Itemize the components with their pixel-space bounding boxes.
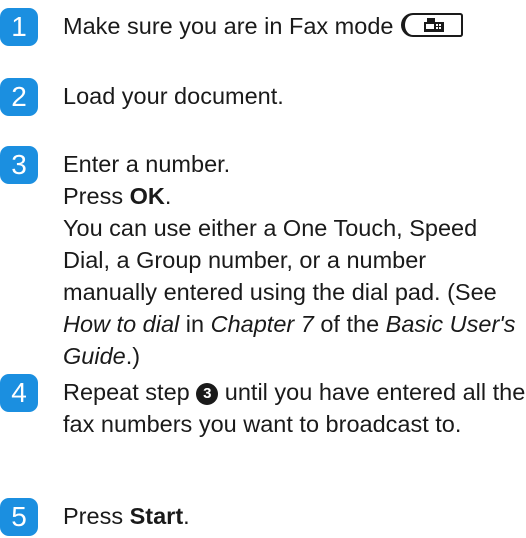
step-text: Make sure you are in Fax mode xyxy=(63,10,526,42)
instruction-part: Repeat step xyxy=(63,379,197,405)
step-number-badge: 2 xyxy=(0,78,38,116)
instruction-text: Repeat step 3 until you have entered all… xyxy=(63,376,526,440)
press-suffix: . xyxy=(183,503,190,529)
step-number-badge: 5 xyxy=(0,498,38,536)
press-prefix: Press xyxy=(63,183,130,209)
step-number-badge: 1 xyxy=(0,8,38,46)
step-number-badge: 4 xyxy=(0,374,38,412)
detail-text: .) xyxy=(125,343,141,369)
step-text: Enter a number. Press OK. You can use ei… xyxy=(63,148,526,372)
reference-chapter: Chapter 7 xyxy=(210,311,314,337)
press-prefix: Press xyxy=(63,503,130,529)
instruction-line: Enter a number. xyxy=(63,151,231,177)
detail-text: in xyxy=(179,311,211,337)
step-text: Press Start. xyxy=(63,500,526,532)
detail-text: of the xyxy=(313,311,386,337)
fax-mode-button xyxy=(401,13,464,37)
reference-topic: How to dial xyxy=(63,311,180,337)
step-number-badge: 3 xyxy=(0,146,38,184)
press-instruction: Press Start. xyxy=(63,500,526,532)
fax-icon xyxy=(424,18,445,32)
instruction-text: Make sure you are in Fax mode xyxy=(63,13,394,39)
press-suffix: . xyxy=(164,183,172,209)
key-name: Start xyxy=(129,503,184,529)
step-reference-badge: 3 xyxy=(196,383,219,405)
key-name: OK xyxy=(129,183,165,209)
detail-paragraph: You can use either a One Touch, Speed Di… xyxy=(63,212,526,372)
step-text: Load your document. xyxy=(63,80,526,112)
press-instruction: Press OK. xyxy=(63,180,526,212)
step-text: Repeat step 3 until you have entered all… xyxy=(63,376,526,440)
instruction-text: Load your document. xyxy=(63,83,284,109)
detail-text: You can use either a One Touch, Speed Di… xyxy=(63,215,497,305)
